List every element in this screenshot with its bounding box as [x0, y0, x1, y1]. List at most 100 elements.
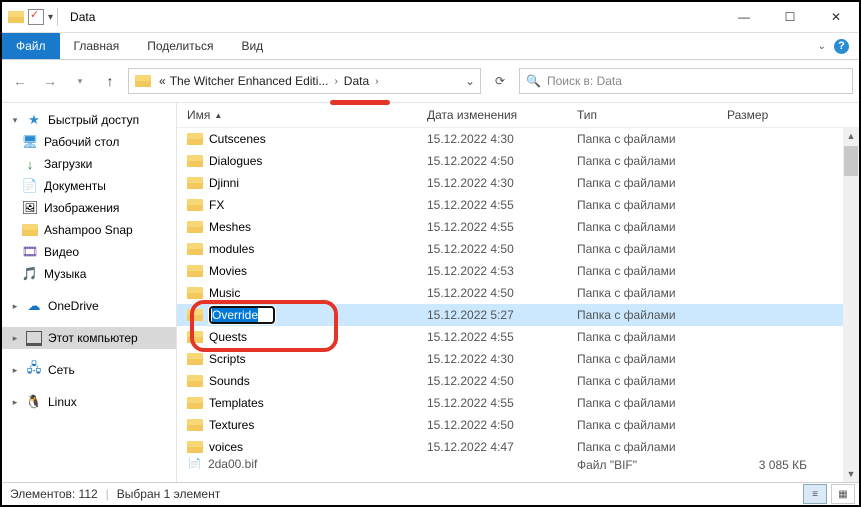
file-date-label: 15.12.2022 4:55 — [427, 220, 577, 234]
folder-icon — [187, 177, 203, 189]
search-box[interactable]: 🔍 Поиск в: Data — [519, 68, 853, 94]
close-button[interactable]: ✕ — [813, 2, 859, 32]
file-row-name-cell[interactable]: Music — [187, 286, 427, 300]
tab-share[interactable]: Поделиться — [133, 33, 227, 59]
sidebar-quick-access[interactable]: ▾ ★ Быстрый доступ — [2, 109, 176, 131]
breadcrumb-overflow[interactable]: « — [157, 74, 168, 88]
chevron-right-icon[interactable]: › — [330, 76, 341, 87]
address-bar[interactable]: « The Witcher Enhanced Editi... › Data ›… — [128, 68, 481, 94]
file-row[interactable]: Dialogues15.12.2022 4:50Папка с файлами — [177, 150, 859, 172]
sidebar-item-music[interactable]: 🎵 Музыка — [2, 263, 176, 285]
sidebar-linux[interactable]: ▸ 🐧 Linux — [2, 391, 176, 413]
file-row[interactable]: Movies15.12.2022 4:53Папка с файлами — [177, 260, 859, 282]
file-row[interactable]: Quests15.12.2022 4:55Папка с файлами — [177, 326, 859, 348]
qat-properties-icon[interactable] — [28, 9, 44, 25]
breadcrumb-item-2[interactable]: Data — [342, 74, 371, 88]
file-type-label: Папка с файлами — [577, 220, 727, 234]
folder-icon — [187, 199, 203, 211]
file-row-name-cell[interactable]: Scripts — [187, 352, 427, 366]
expand-icon[interactable]: ▸ — [10, 397, 20, 408]
sidebar-this-pc[interactable]: ▸ Этот компьютер — [2, 327, 176, 349]
file-row[interactable]: Music15.12.2022 4:50Папка с файлами — [177, 282, 859, 304]
expand-icon[interactable]: ▾ — [10, 115, 20, 126]
sidebar-item-ashampoo[interactable]: Ashampoo Snap — [2, 219, 176, 241]
column-size[interactable]: Размер — [727, 108, 807, 122]
scroll-thumb[interactable] — [844, 146, 858, 176]
file-row-name-cell[interactable]: Quests — [187, 330, 427, 344]
qat-dropdown-icon[interactable]: ▾ — [48, 12, 53, 23]
file-row-name-cell[interactable]: Djinni — [187, 176, 427, 190]
file-row[interactable]: FX15.12.2022 4:55Папка с файлами — [177, 194, 859, 216]
column-type[interactable]: Тип — [577, 108, 727, 122]
rename-input[interactable] — [209, 306, 275, 324]
file-row-name-cell[interactable]: Textures — [187, 418, 427, 432]
column-date[interactable]: Дата изменения — [427, 108, 577, 122]
file-date-label: 15.12.2022 4:55 — [427, 198, 577, 212]
sidebar-onedrive[interactable]: ▸ ☁ OneDrive — [2, 295, 176, 317]
file-row[interactable]: Templates15.12.2022 4:55Папка с файлами — [177, 392, 859, 414]
tab-home[interactable]: Главная — [60, 33, 134, 59]
file-list[interactable]: Cutscenes15.12.2022 4:30Папка с файламиD… — [177, 128, 859, 482]
expand-icon[interactable]: ▸ — [10, 365, 20, 376]
tab-file[interactable]: Файл — [2, 33, 60, 59]
sidebar-item-pictures[interactable]: 🖼 Изображения — [2, 197, 176, 219]
app-folder-icon — [8, 11, 24, 23]
file-row-name-cell[interactable]: Sounds — [187, 374, 427, 388]
file-row[interactable]: Cutscenes15.12.2022 4:30Папка с файлами — [177, 128, 859, 150]
file-type-label: Папка с файлами — [577, 352, 727, 366]
file-name-label: Movies — [209, 264, 247, 278]
sidebar-item-documents[interactable]: 📄 Документы — [2, 175, 176, 197]
file-row-name-cell[interactable]: FX — [187, 198, 427, 212]
file-name-label: Templates — [209, 396, 264, 410]
expand-icon[interactable]: ▸ — [10, 333, 20, 344]
file-row[interactable]: Meshes15.12.2022 4:55Папка с файлами — [177, 216, 859, 238]
file-row-name-cell[interactable] — [187, 306, 427, 324]
view-details-button[interactable]: ≡ — [803, 484, 827, 504]
column-headers: Имя ▲ Дата изменения Тип Размер — [177, 103, 859, 128]
recent-dropdown-icon[interactable]: ▾ — [68, 76, 92, 87]
refresh-button[interactable]: ⟳ — [487, 74, 513, 88]
expand-icon[interactable]: ▸ — [10, 301, 20, 312]
file-type-label: Папка с файлами — [577, 286, 727, 300]
file-row[interactable]: Scripts15.12.2022 4:30Папка с файлами — [177, 348, 859, 370]
file-row[interactable]: Sounds15.12.2022 4:50Папка с файлами — [177, 370, 859, 392]
view-large-icons-button[interactable]: ▦ — [831, 484, 855, 504]
ribbon-collapse-icon[interactable]: ⌄ — [818, 41, 826, 52]
vertical-scrollbar[interactable]: ▲ ▼ — [843, 128, 859, 482]
file-row-name-cell[interactable]: Meshes — [187, 220, 427, 234]
forward-button[interactable]: → — [38, 73, 62, 89]
file-name-label: voices — [209, 440, 243, 454]
file-type-label: Папка с файлами — [577, 198, 727, 212]
file-row[interactable]: voices15.12.2022 4:47Папка с файлами — [177, 436, 859, 458]
address-history-dropdown[interactable]: ⌄ — [460, 74, 480, 88]
back-button[interactable]: ← — [8, 73, 32, 89]
file-row-name-cell[interactable]: Movies — [187, 264, 427, 278]
file-row-name-cell[interactable]: Dialogues — [187, 154, 427, 168]
scroll-up-button[interactable]: ▲ — [843, 128, 859, 144]
sidebar-network[interactable]: ▸ 🖧 Сеть — [2, 359, 176, 381]
maximize-button[interactable]: ☐ — [767, 2, 813, 32]
sidebar-item-downloads[interactable]: ↓ Загрузки — [2, 153, 176, 175]
up-button[interactable]: ↑ — [98, 73, 122, 89]
sidebar-item-desktop[interactable]: 🖥 Рабочий стол — [2, 131, 176, 153]
column-name[interactable]: Имя ▲ — [187, 108, 427, 122]
file-row-name-cell[interactable]: Templates — [187, 396, 427, 410]
file-type-label: Папка с файлами — [577, 154, 727, 168]
sidebar-item-video[interactable]: 🎞 Видео — [2, 241, 176, 263]
scroll-down-button[interactable]: ▼ — [843, 466, 859, 482]
breadcrumb-item-1[interactable]: The Witcher Enhanced Editi... — [168, 74, 331, 88]
help-icon[interactable]: ? — [834, 39, 849, 54]
tab-view[interactable]: Вид — [227, 33, 277, 59]
file-row[interactable]: 15.12.2022 5:27Папка с файлами — [177, 304, 859, 326]
file-row[interactable]: Textures15.12.2022 4:50Папка с файлами — [177, 414, 859, 436]
file-row-cutoff[interactable]: 📄2da00.bifФайл "BIF"3 085 КБ — [177, 458, 859, 469]
chevron-right-icon[interactable]: › — [371, 76, 382, 87]
status-bar: Элементов: 112 | Выбран 1 элемент ≡ ▦ — [2, 482, 859, 505]
minimize-button[interactable]: — — [721, 2, 767, 32]
file-row-name-cell[interactable]: modules — [187, 242, 427, 256]
file-row-name-cell[interactable]: Cutscenes — [187, 132, 427, 146]
file-row-name-cell[interactable]: voices — [187, 440, 427, 454]
file-row[interactable]: modules15.12.2022 4:50Папка с файлами — [177, 238, 859, 260]
file-row[interactable]: Djinni15.12.2022 4:30Папка с файлами — [177, 172, 859, 194]
file-type-label: Папка с файлами — [577, 242, 727, 256]
